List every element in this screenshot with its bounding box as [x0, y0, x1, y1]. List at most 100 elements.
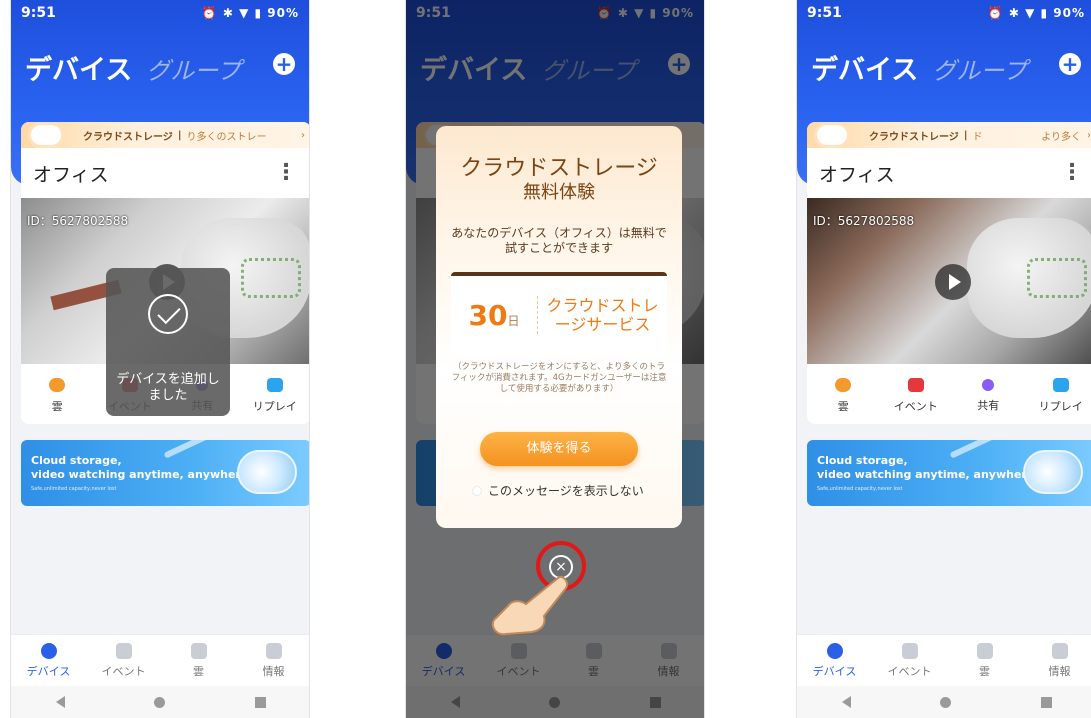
- more-options-icon[interactable]: ⋮: [275, 162, 297, 184]
- cloud-icon: [49, 378, 66, 392]
- cloud-ad-banner[interactable]: Cloud storage, video watching anytime, a…: [807, 440, 1091, 506]
- chevron-right-icon: ›: [301, 129, 305, 141]
- check-icon: [148, 294, 188, 334]
- ad-line-1: Cloud storage,: [31, 454, 122, 467]
- bottom-tab-bar: デバイス イベント 雲 情報: [11, 634, 309, 686]
- system-nav-bar: [797, 686, 1091, 718]
- status-icons: ⏰ ✱ ▼ ▮ 90%: [201, 6, 299, 20]
- more-options-icon[interactable]: ⋮: [1061, 162, 1083, 184]
- action-replay[interactable]: リプレイ: [1031, 378, 1091, 414]
- get-trial-button[interactable]: 体験を得る: [480, 432, 638, 466]
- tab-label: イベント: [101, 664, 146, 678]
- action-label: 雲: [51, 400, 63, 413]
- action-label: イベント: [893, 400, 938, 413]
- tab-events[interactable]: イベント: [94, 642, 154, 679]
- tab-groups-header[interactable]: グループ: [146, 51, 241, 86]
- dialog-description: あなたのデバイス（オフィス）は無料で試すことができます: [451, 226, 667, 255]
- checkbox-icon[interactable]: [472, 485, 482, 496]
- device-id: ID：5627802588: [27, 214, 129, 228]
- thumbnail-content: [241, 258, 301, 298]
- dont-show-checkbox[interactable]: このメッセージを表示しない: [472, 482, 672, 499]
- banner-separator: |: [177, 129, 182, 141]
- cloud-icon: [817, 125, 847, 145]
- recents-icon[interactable]: [1041, 696, 1053, 708]
- tab-devices[interactable]: デバイス: [805, 642, 865, 679]
- tab-info[interactable]: 情報: [244, 642, 304, 679]
- banner-subtitle: り多くのストレー: [186, 131, 267, 143]
- device-id: ID：5627802588: [813, 214, 915, 228]
- decorative-streak: [949, 440, 1025, 459]
- cloud-icon: [835, 378, 852, 392]
- header-tabs: デバイス グループ: [25, 48, 241, 87]
- message-icon: [115, 642, 132, 659]
- replay-icon: [266, 378, 283, 392]
- tab-groups-header[interactable]: グループ: [932, 51, 1027, 86]
- phone-screen-toast: 9:51 ⏰ ✱ ▼ ▮ 90% デバイス グループ + クラウドストレージ |…: [10, 0, 310, 718]
- ad-line-2: video watching anytime, anywhere: [31, 468, 249, 481]
- cloud-ad-banner[interactable]: Cloud storage, video watching anytime, a…: [21, 440, 309, 506]
- add-device-icon[interactable]: +: [273, 53, 295, 75]
- action-cloud[interactable]: 雲: [813, 378, 873, 414]
- alarm-icon: [907, 378, 924, 392]
- ad-line-3: Safe,unlimited capacity,never lost: [817, 486, 903, 492]
- banner-more: より多く: [1041, 131, 1081, 143]
- action-cloud[interactable]: 雲: [27, 378, 87, 414]
- camera-thumbnail[interactable]: ID：5627802588: [807, 198, 1091, 364]
- ad-line-2: video watching anytime, anywhere: [817, 468, 1035, 481]
- tab-label: 情報: [262, 664, 285, 678]
- phone-screen-dialog: 9:51 ⏰ ✱ ▼ ▮ 90% デバイス グループ + デバイス イベント 雲…: [405, 0, 705, 718]
- cloud-storage-banner[interactable]: クラウドストレージ | り多くのストレー ›: [21, 122, 309, 148]
- cloud-storage-banner[interactable]: クラウドストレージ | ド より多く ›: [807, 122, 1091, 148]
- bottom-tab-bar: デバイス イベント 雲 情報: [797, 634, 1091, 686]
- replay-icon: [1052, 378, 1069, 392]
- pointing-hand-icon: [491, 576, 568, 636]
- trial-days-value: 30: [468, 298, 508, 332]
- battery-level: 90%: [267, 6, 299, 20]
- banner-title: クラウドストレージ: [83, 131, 173, 143]
- toast-text: デバイスを追加しました: [116, 372, 220, 403]
- tab-label: 雲: [979, 664, 990, 678]
- home-icon[interactable]: [940, 696, 952, 708]
- action-share[interactable]: 共有: [958, 379, 1018, 413]
- tab-cloud[interactable]: 雲: [955, 642, 1015, 679]
- tab-devices-header[interactable]: デバイス: [811, 48, 918, 87]
- home-icon[interactable]: [154, 696, 166, 708]
- recents-icon[interactable]: [255, 696, 267, 708]
- play-icon[interactable]: [935, 264, 971, 300]
- ad-line-3: Safe,unlimited capacity,never lost: [31, 486, 117, 492]
- card-header: オフィス ⋮: [807, 148, 1091, 198]
- decorative-streak: [163, 440, 239, 459]
- back-icon[interactable]: [55, 696, 65, 708]
- cloud-illustration-icon: [1023, 450, 1083, 494]
- action-label: 共有: [977, 399, 1000, 412]
- cloud-illustration-icon: [237, 450, 297, 494]
- dialog-note: （クラウドストレージをオンにすると、より多くのトラフィックが消費されます。4Gカ…: [451, 362, 667, 394]
- tab-info[interactable]: 情報: [1030, 642, 1090, 679]
- tab-cloud[interactable]: 雲: [169, 642, 229, 679]
- battery-level: 90%: [1053, 6, 1085, 20]
- tab-events[interactable]: イベント: [880, 642, 940, 679]
- action-event[interactable]: イベント: [886, 378, 946, 414]
- status-time: 9:51: [21, 5, 56, 21]
- person-icon: [1051, 642, 1068, 659]
- header-tabs: デバイス グループ: [811, 48, 1027, 87]
- system-nav-bar: [11, 686, 309, 718]
- status-icons: ⏰ ✱ ▼ ▮ 90%: [987, 6, 1085, 20]
- cloud-icon: [976, 642, 993, 659]
- trial-days-unit: 日: [507, 313, 520, 328]
- card-actions: 雲 イベント 共有 リプレイ: [807, 364, 1091, 424]
- action-replay[interactable]: リプレイ: [245, 378, 305, 414]
- card-header: オフィス ⋮: [21, 148, 309, 198]
- trial-offer-box: 30日 クラウドストレージサービス: [451, 272, 667, 354]
- status-time: 9:51: [807, 5, 842, 21]
- tab-label: 雲: [193, 664, 204, 678]
- phone-screen-after: 9:51 ⏰ ✱ ▼ ▮ 90% デバイス グループ + クラウドストレージ |…: [796, 0, 1091, 718]
- tab-devices-header[interactable]: デバイス: [25, 48, 132, 87]
- checkbox-label: このメッセージを表示しない: [488, 484, 644, 498]
- tab-devices[interactable]: デバイス: [19, 642, 79, 679]
- back-icon[interactable]: [841, 696, 851, 708]
- add-device-icon[interactable]: +: [1059, 53, 1081, 75]
- action-label: リプレイ: [252, 400, 297, 413]
- action-label: リプレイ: [1038, 400, 1083, 413]
- cloud-icon: [31, 125, 61, 145]
